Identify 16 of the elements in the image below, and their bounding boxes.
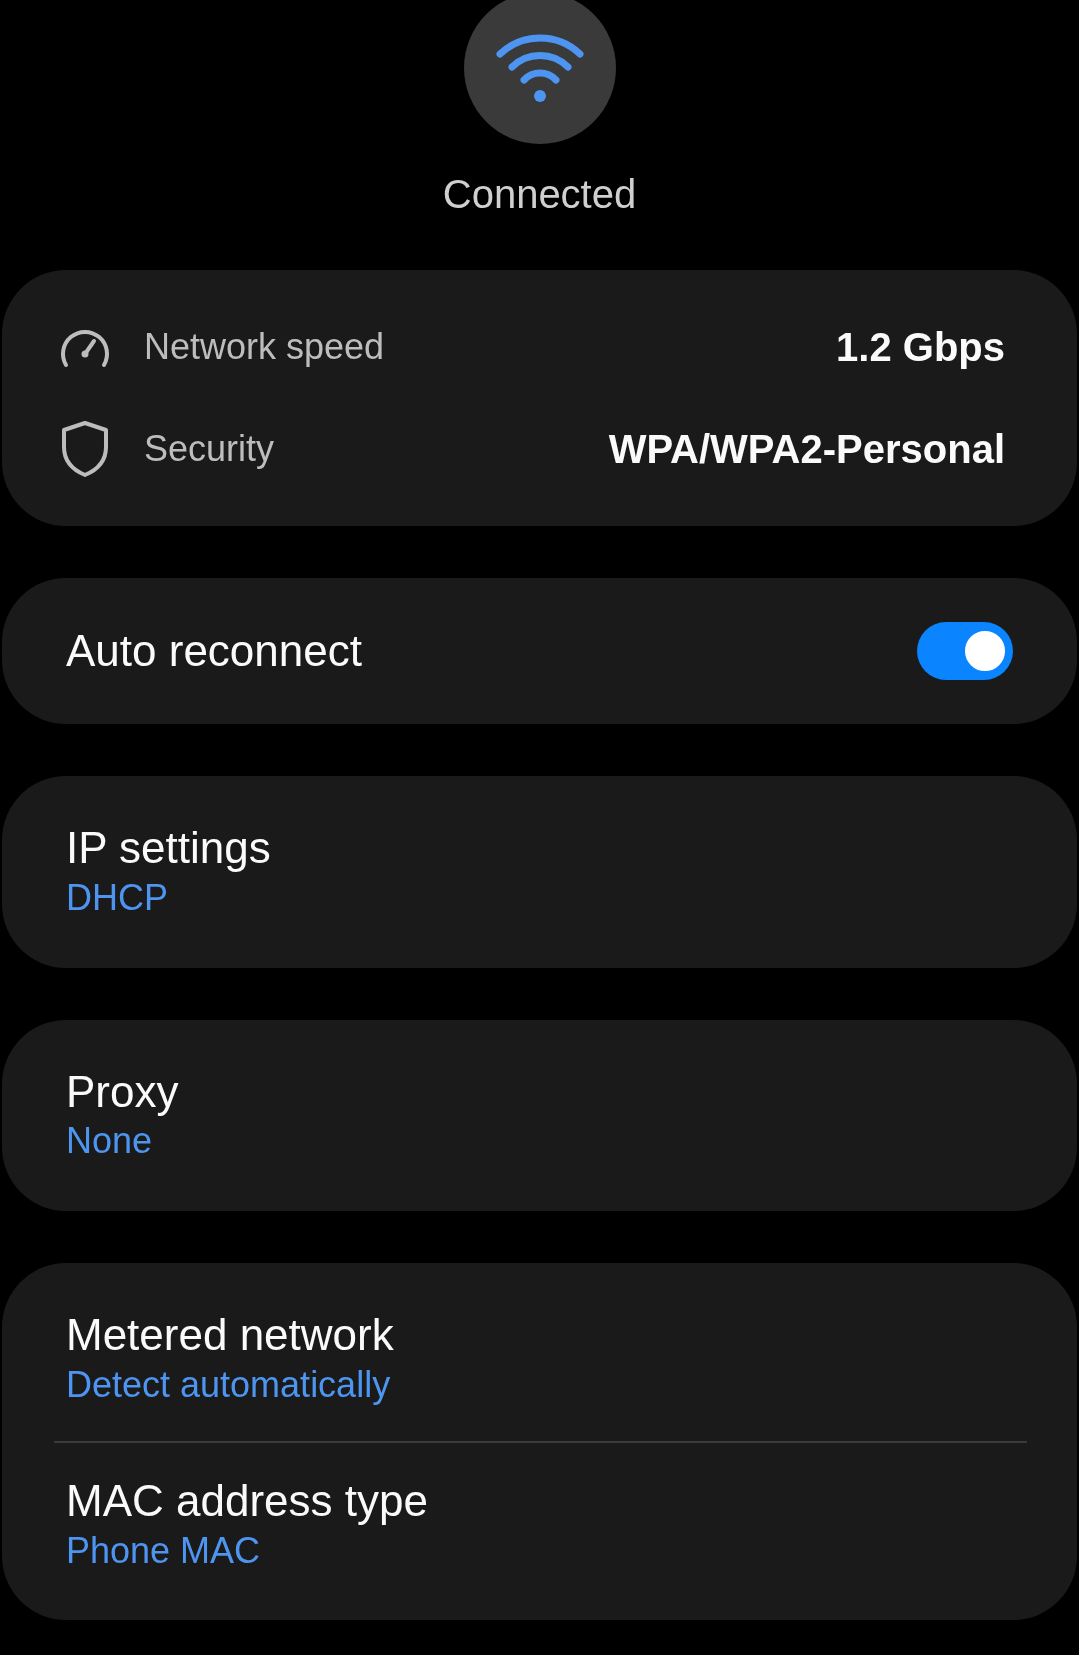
setting-value: None (66, 1119, 154, 1164)
setting-title[interactable]: IP settings (66, 822, 1013, 875)
setting-value: DHCP (66, 875, 169, 920)
setting-value: Detect automatically (66, 1363, 392, 1407)
info-value: 1.2 Gbps (836, 324, 1005, 371)
setting-title[interactable]: Proxy (66, 1065, 1013, 1119)
setting-title: Auto reconnect (66, 624, 362, 677)
info-label: Network speed (144, 325, 385, 369)
auto-reconnect-card[interactable]: Auto reconnect (2, 578, 1077, 724)
info-value: WPA/WPA2-Personal (608, 426, 1005, 473)
connection-status: Connected (441, 171, 638, 218)
toggle-switch[interactable] (917, 622, 1013, 680)
setting-value: Phone MAC (66, 1528, 262, 1573)
setting-title[interactable]: MAC address type (66, 1474, 1013, 1528)
setting-title[interactable]: Metered network (66, 1309, 1013, 1362)
info-label: Security (144, 427, 275, 471)
